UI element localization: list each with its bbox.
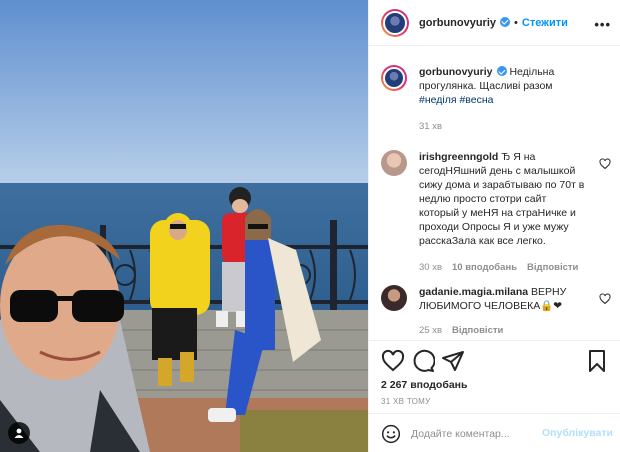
- verified-icon: [500, 16, 511, 27]
- comment-text: gadanie.magia.milana ВЕРНУ ЛЮБИМОГО ЧЕЛО…: [419, 285, 589, 313]
- action-icons: [381, 349, 611, 373]
- family-photo-illustration: [0, 0, 368, 452]
- heart-icon[interactable]: [599, 158, 611, 170]
- bookmark-icon[interactable]: [585, 349, 609, 373]
- caption-username[interactable]: gorbunovyuriy: [419, 66, 493, 78]
- caption-text: gorbunovyuriy Недільна прогулянка. Щасли…: [419, 65, 589, 107]
- heart-icon[interactable]: [599, 293, 611, 305]
- post-photo[interactable]: [0, 0, 368, 452]
- separator-dot: •: [514, 16, 518, 29]
- caption-time[interactable]: 31 хв: [419, 121, 442, 132]
- add-comment-bar: Опублікувати: [369, 413, 620, 452]
- comment-icon[interactable]: [411, 349, 435, 373]
- share-icon[interactable]: [441, 349, 465, 373]
- hashtag-link[interactable]: #неділя: [419, 94, 457, 106]
- more-options-icon[interactable]: •••: [594, 17, 611, 32]
- comment-time[interactable]: 25 хв: [419, 325, 442, 336]
- heart-icon[interactable]: [381, 349, 405, 373]
- reply-button[interactable]: Відповісти: [452, 325, 503, 336]
- user-tag-icon[interactable]: [8, 422, 30, 444]
- post-details-panel: gorbunovyuriy • Стежити ••• gorbunovyuriy …: [368, 0, 620, 452]
- publish-button[interactable]: Опублікувати: [542, 427, 613, 439]
- comment-input[interactable]: [411, 424, 541, 444]
- follow-button[interactable]: Стежити: [522, 17, 568, 29]
- header-username[interactable]: gorbunovyuriy: [419, 17, 496, 29]
- comment-text: irishgreenngold Ђ Я на сегодНЯшний день …: [419, 150, 589, 248]
- header-user: gorbunovyuriy • Стежити: [419, 16, 568, 29]
- emoji-icon[interactable]: [381, 424, 401, 444]
- post-actions: 2 267 вподобань 31 ХВ ТОМУ Опублікувати: [369, 340, 620, 452]
- comment-time[interactable]: 30 хв: [419, 262, 442, 273]
- avatar[interactable]: [381, 65, 407, 91]
- hashtag-link[interactable]: #весна: [459, 94, 493, 106]
- avatar[interactable]: [381, 8, 409, 37]
- avatar[interactable]: [381, 150, 407, 176]
- comment-body: Ђ Я на сегодНЯшний день с малышкой сижу …: [419, 151, 585, 247]
- likes-count[interactable]: 2 267 вподобань: [381, 379, 467, 391]
- reply-button[interactable]: Відповісти: [527, 262, 578, 273]
- post-header: gorbunovyuriy • Стежити •••: [369, 0, 620, 46]
- comment-meta: 25 хв Відповісти: [419, 325, 513, 336]
- comment-likes[interactable]: 10 вподобань: [452, 262, 517, 273]
- comment-meta: 30 хв 10 вподобань Відповісти: [419, 262, 588, 273]
- comments-list: gorbunovyuriy Недільна прогулянка. Щасли…: [369, 47, 620, 340]
- caption-meta: 31 хв: [419, 121, 452, 132]
- avatar[interactable]: [381, 285, 407, 311]
- comment-username[interactable]: irishgreenngold: [419, 151, 498, 163]
- person-icon: [14, 428, 24, 438]
- post-time[interactable]: 31 ХВ ТОМУ: [381, 397, 431, 406]
- comment-username[interactable]: gadanie.magia.milana: [419, 286, 528, 298]
- verified-icon: [496, 66, 507, 76]
